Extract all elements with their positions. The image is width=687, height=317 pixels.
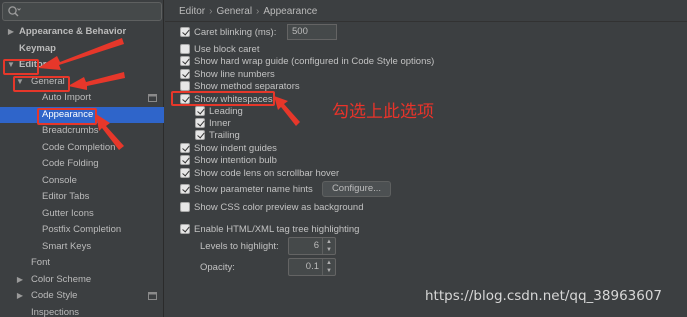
show-method-separators-checkbox[interactable] [180, 81, 190, 91]
caret-blinking-checkbox[interactable] [180, 27, 190, 37]
trailing-checkbox[interactable] [195, 130, 205, 140]
tree-item-label: Console [42, 174, 77, 186]
option-label: Caret blinking (ms): [194, 27, 277, 38]
search-icon [8, 6, 21, 17]
tree-item-code-completion[interactable]: Code Completion [0, 140, 164, 157]
show-intention-bulb-checkbox[interactable] [180, 155, 190, 165]
project-scope-icon [148, 292, 157, 300]
levels-spinner[interactable]: 6 ▲ ▼ [288, 237, 336, 255]
show-whitespaces-checkbox[interactable] [180, 94, 190, 104]
settings-sidebar: ▶ Appearance & Behavior Keymap ▼ Editor … [0, 0, 164, 317]
chevron-down-icon[interactable]: ▼ [6, 57, 16, 74]
tree-item-auto-import[interactable]: Auto Import [0, 90, 164, 107]
breadcrumb-item: General [216, 6, 253, 17]
option-label: Show code lens on scrollbar hover [194, 168, 340, 179]
appearance-settings-panel: Editor › General › Appearance Caret blinking… [165, 0, 687, 317]
tree-item-label: Keymap [19, 42, 56, 54]
tree-item-label: Inspections [31, 306, 80, 317]
tree-item-label: Appearance [42, 108, 94, 120]
caret-blinking-ms-input[interactable]: 500 [287, 24, 337, 40]
tree-item-inspections[interactable]: Inspections [0, 305, 164, 317]
chevron-right-icon[interactable]: ▶ [15, 272, 25, 289]
tree-item-label: Gutter Icons [42, 207, 94, 219]
chevron-right-icon[interactable]: ▶ [6, 24, 16, 41]
enable-html-tree-checkbox[interactable] [180, 224, 190, 234]
option-label: Show CSS color preview as background [194, 202, 364, 213]
show-code-lens-checkbox[interactable] [180, 168, 190, 178]
show-line-numbers-checkbox[interactable] [180, 69, 190, 79]
tree-item-label: Auto Import [42, 92, 92, 103]
breadcrumb: Editor › General › Appearance [179, 5, 317, 19]
tree-item-appearance-behavior[interactable]: ▶ Appearance & Behavior [0, 24, 164, 41]
option-label: Show hard wrap guide (configured in Code… [194, 56, 435, 67]
opacity-spinner[interactable]: 0.1 ▲ ▼ [288, 258, 336, 276]
divider [165, 21, 687, 22]
show-css-color-checkbox[interactable] [180, 202, 190, 212]
opacity-label: Opacity: [200, 262, 235, 273]
tree-item-code-folding[interactable]: Code Folding [0, 156, 164, 173]
breadcrumb-separator: › [256, 6, 260, 17]
show-hard-wrap-checkbox[interactable] [180, 56, 190, 66]
tree-item-label: General [31, 75, 65, 87]
option-label: Trailing [209, 130, 240, 141]
settings-tree: ▶ Appearance & Behavior Keymap ▼ Editor … [0, 24, 164, 317]
tree-item-general[interactable]: ▼ General [0, 74, 164, 91]
settings-search-input[interactable] [2, 2, 162, 21]
spinner-value: 0.1 [305, 261, 319, 272]
chevron-right-icon[interactable]: ▶ [15, 288, 25, 305]
tree-item-keymap[interactable]: Keymap [0, 41, 164, 58]
tree-item-color-scheme[interactable]: ▶ Color Scheme [0, 272, 164, 289]
tree-item-font[interactable]: Font [0, 255, 164, 272]
spinner-arrows-icon[interactable]: ▲ ▼ [322, 259, 335, 275]
option-label: Show parameter name hints [194, 184, 313, 195]
leading-checkbox[interactable] [195, 106, 205, 116]
breadcrumb-item: Editor [179, 6, 206, 17]
tree-item-label: Breadcrumbs [42, 125, 99, 136]
inner-checkbox[interactable] [195, 118, 205, 128]
tree-item-breadcrumbs[interactable]: Breadcrumbs [0, 123, 164, 140]
annotation-text: 勾选上此选项 [332, 102, 434, 122]
chevron-down-icon[interactable]: ▼ [15, 74, 25, 91]
tree-item-label: Font [31, 257, 51, 268]
option-label: Show method separators [194, 81, 300, 92]
tree-item-label: Color Scheme [31, 273, 92, 285]
levels-label: Levels to highlight: [200, 241, 279, 252]
tree-item-gutter-icons[interactable]: Gutter Icons [0, 206, 164, 223]
option-label: Enable HTML/XML tag tree highlighting [194, 224, 360, 235]
tree-item-label: Code Folding [42, 158, 99, 169]
tree-item-postfix-completion[interactable]: Postfix Completion [0, 222, 164, 239]
tree-item-label: Editor [19, 59, 47, 70]
breadcrumb-separator: › [209, 6, 213, 17]
tree-item-label: Code Style [31, 290, 78, 301]
tree-item-console[interactable]: Console [0, 173, 164, 190]
show-indent-guides-checkbox[interactable] [180, 143, 190, 153]
tree-item-smart-keys[interactable]: Smart Keys [0, 239, 164, 256]
watermark-text: https://blog.csdn.net/qq_38963607 [425, 288, 663, 304]
breadcrumb-item: Appearance [263, 6, 318, 17]
tree-item-label: Appearance & Behavior [19, 26, 127, 37]
spinner-value: 6 [313, 240, 319, 251]
tree-item-label: Smart Keys [42, 240, 92, 252]
tree-item-editor[interactable]: ▼ Editor [0, 57, 164, 74]
option-label: Show intention bulb [194, 155, 277, 166]
tree-item-label: Editor Tabs [42, 191, 90, 202]
spinner-arrows-icon[interactable]: ▲ ▼ [322, 238, 335, 254]
tree-item-label: Code Completion [42, 141, 116, 153]
use-block-caret-checkbox[interactable] [180, 44, 190, 54]
configure-button[interactable]: Configure... [322, 181, 391, 197]
tree-item-label: Postfix Completion [42, 224, 122, 235]
tree-item-appearance[interactable]: Appearance [0, 106, 164, 123]
project-scope-icon [148, 94, 157, 102]
tree-item-editor-tabs[interactable]: Editor Tabs [0, 189, 164, 206]
tree-item-code-style[interactable]: ▶ Code Style [0, 288, 164, 305]
show-param-hints-checkbox[interactable] [180, 184, 190, 194]
